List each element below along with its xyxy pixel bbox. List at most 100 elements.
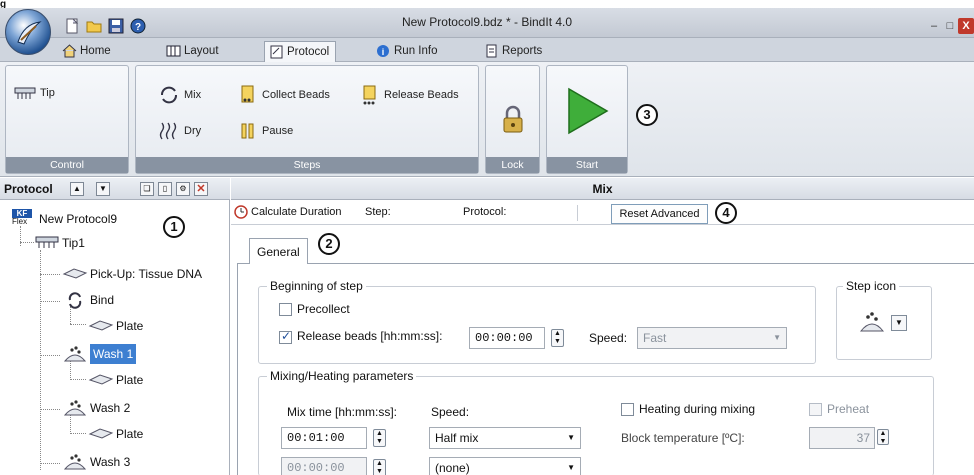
protocol-pane: Protocol ▲ ▼ ❏ ▯ ⚙ ✕ KF Flex New Protoco… xyxy=(0,178,230,475)
maximize-button[interactable]: □ xyxy=(942,18,958,34)
chevron-down-icon: ▼ xyxy=(567,433,575,442)
tip-button[interactable]: Tip xyxy=(12,82,55,104)
lock-button[interactable] xyxy=(499,104,527,134)
mix-toolbar: Calculate Duration Step: Protocol: Reset… xyxy=(231,201,974,225)
step-icon-dropdown[interactable]: ▼ xyxy=(891,315,907,331)
lock-icon xyxy=(503,105,523,133)
calculate-duration-button[interactable]: Calculate Duration xyxy=(251,206,342,218)
mix-icon xyxy=(62,291,88,309)
paste-icon[interactable]: ▯ xyxy=(158,182,172,196)
tab-general[interactable]: General xyxy=(249,238,308,264)
ribbon-tab-row: Home Layout Protocol i Run Info Reports xyxy=(0,38,974,63)
move-up-button[interactable]: ▲ xyxy=(70,182,84,196)
plate-icon xyxy=(88,371,114,389)
protocol-icon xyxy=(269,45,284,59)
reset-advanced-button[interactable]: Reset Advanced xyxy=(611,204,708,224)
app-logo-icon xyxy=(17,21,42,45)
svg-text:i: i xyxy=(382,47,385,57)
properties-icon[interactable]: ⚙ xyxy=(176,182,190,196)
general-panel: Beginning of step Precollect Release bea… xyxy=(237,263,974,475)
block-temperature-spinner[interactable]: ▲ ▼ xyxy=(877,429,889,445)
step-icon-group: Step icon ▼ xyxy=(836,279,932,360)
delete-icon[interactable]: ✕ xyxy=(194,182,208,196)
steps-group-label: Steps xyxy=(136,157,478,173)
precollect-label: Precollect xyxy=(297,302,350,316)
layout-icon xyxy=(166,44,181,58)
steps-group: Mix Collect Beads Release Beads Dry Paus… xyxy=(135,65,479,174)
protocol-pane-header: Protocol ▲ ▼ ❏ ▯ ⚙ ✕ xyxy=(0,178,230,200)
release-beads-icon xyxy=(62,399,88,417)
play-icon xyxy=(568,87,609,135)
tab-home[interactable]: Home xyxy=(58,41,117,62)
tab-layout[interactable]: Layout xyxy=(162,41,225,62)
control-group-label: Control xyxy=(6,157,128,173)
preheat-label: Preheat xyxy=(827,402,870,416)
lock-group-label: Lock xyxy=(486,157,539,173)
mixing-heating-group: Mixing/Heating parameters Mix time [hh:m… xyxy=(258,369,934,475)
release-beads-icon xyxy=(859,312,885,332)
toolbar-divider xyxy=(577,205,578,221)
mix-icon xyxy=(158,85,180,105)
clock-icon xyxy=(234,205,248,219)
release-beads-icon xyxy=(358,85,380,105)
step-duration-label: Step: xyxy=(365,206,391,218)
lock-group: Lock xyxy=(485,65,540,174)
dry-icon xyxy=(158,121,180,141)
window-title: New Protocol9.bdz * - BindIt 4.0 xyxy=(401,15,573,29)
mix-time-input-2[interactable]: 00:00:00 xyxy=(281,457,367,475)
release-beads-checkbox[interactable] xyxy=(279,329,292,344)
heating-during-mixing-checkbox[interactable] xyxy=(621,403,634,416)
mix-time-spinner[interactable]: ▲ ▼ xyxy=(373,429,386,447)
mix-time-input[interactable]: 00:01:00 xyxy=(281,427,367,449)
release-speed-select[interactable]: Fast ▼ xyxy=(637,327,787,349)
block-temperature-label: Block temperature [ºC]: xyxy=(621,431,745,445)
mixing-speed-select[interactable]: Half mix ▼ xyxy=(429,427,581,449)
collect-beads-button[interactable]: Collect Beads xyxy=(234,84,330,106)
dry-button[interactable]: Dry xyxy=(156,120,201,142)
move-down-button[interactable]: ▼ xyxy=(96,182,110,196)
release-beads-label: Release beads [hh:mm:ss]: xyxy=(297,329,443,343)
tab-reports[interactable]: Reports xyxy=(480,41,548,62)
release-beads-icon xyxy=(62,345,88,363)
application-menu-button[interactable] xyxy=(5,9,51,55)
precollect-checkbox[interactable] xyxy=(279,303,292,316)
minimize-button[interactable]: – xyxy=(926,18,942,34)
preheat-checkbox[interactable] xyxy=(809,403,822,416)
chevron-down-icon: ▼ xyxy=(567,463,575,472)
mix-pane: Mix Calculate Duration Step: Protocol: R… xyxy=(231,178,974,475)
step-icon-preview xyxy=(859,311,885,333)
start-button[interactable] xyxy=(565,86,609,136)
mixing-speed-select-2[interactable]: (none) ▼ xyxy=(429,457,581,475)
copy-icon[interactable]: ❏ xyxy=(140,182,154,196)
release-beads-button[interactable]: Release Beads xyxy=(356,84,459,106)
control-group: Tip Control xyxy=(5,65,129,174)
release-beads-icon xyxy=(62,453,88,471)
release-speed-label: Speed: xyxy=(589,331,628,345)
mix-button[interactable]: Mix xyxy=(156,84,201,106)
report-icon xyxy=(484,44,499,58)
protocol-duration-label: Protocol: xyxy=(463,206,507,218)
protocol-pane-title: Protocol xyxy=(4,182,53,196)
start-group-label: Start xyxy=(547,157,627,173)
tab-protocol[interactable]: Protocol xyxy=(264,41,337,63)
pause-icon xyxy=(236,121,258,141)
callout-4: 4 xyxy=(715,202,737,224)
close-button[interactable]: X xyxy=(958,18,974,34)
plate-icon xyxy=(62,265,88,283)
callout-2: 2 xyxy=(318,233,340,255)
mix-time-spinner-2[interactable]: ▲ ▼ xyxy=(373,459,386,475)
pause-button[interactable]: Pause xyxy=(234,120,293,142)
release-time-input[interactable]: 00:00:00 xyxy=(469,327,545,349)
mixing-speed-label: Speed: xyxy=(431,405,470,419)
plate-icon xyxy=(88,425,114,443)
plate-icon xyxy=(88,317,114,335)
mix-time-label: Mix time [hh:mm:ss]: xyxy=(287,405,398,419)
callout-1: 1 xyxy=(163,216,185,238)
block-temperature-input[interactable]: 37 xyxy=(809,427,875,449)
callout-3: 3 xyxy=(636,104,658,126)
tip-icon xyxy=(14,83,36,103)
release-time-spinner[interactable]: ▲ ▼ xyxy=(551,329,564,347)
tab-run-info[interactable]: i Run Info xyxy=(372,41,443,62)
chevron-down-icon: ▼ xyxy=(773,333,781,342)
start-group: Start xyxy=(546,65,628,174)
